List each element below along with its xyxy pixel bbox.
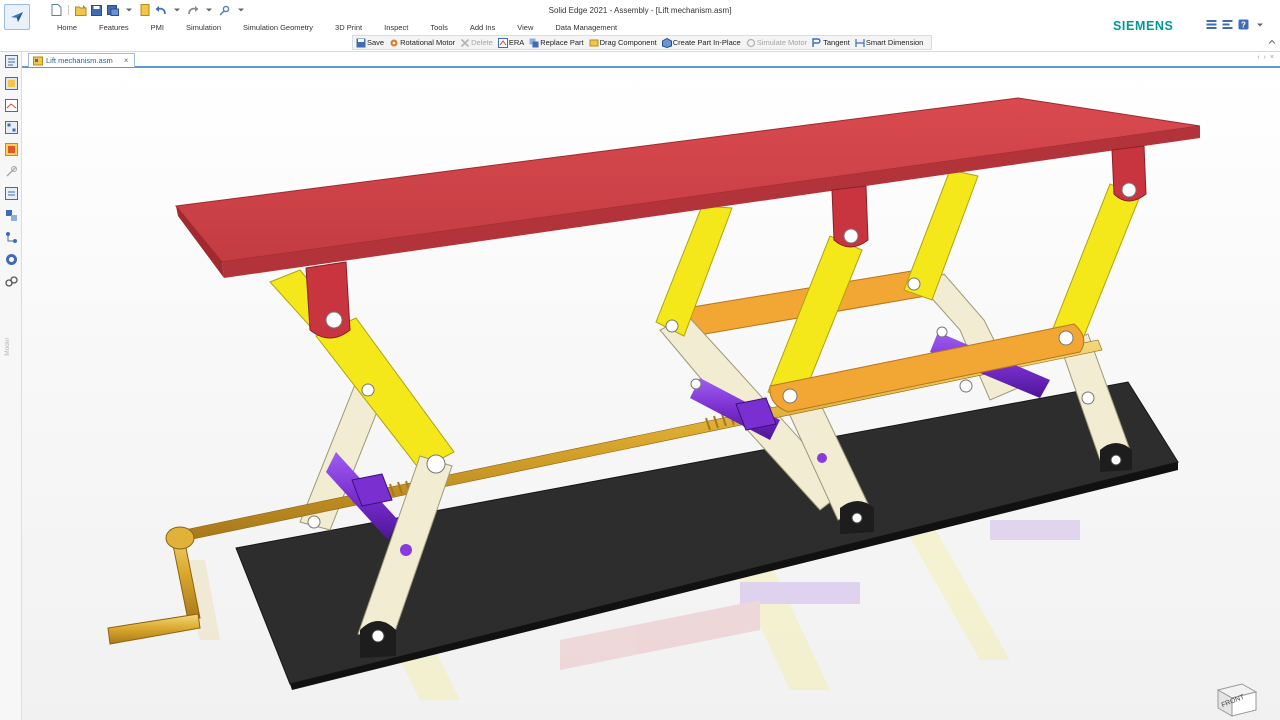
- tab-add-ins[interactable]: Add Ins: [470, 22, 495, 33]
- top-bracket-left[interactable]: [305, 261, 351, 339]
- solid-edge-logo-icon: [11, 12, 23, 22]
- create-part-in-place-button[interactable]: Create Part In-Place: [661, 37, 741, 48]
- rotational-motor-button[interactable]: Rotational Motor: [389, 38, 455, 48]
- layers-icon[interactable]: [4, 98, 18, 112]
- application-button[interactable]: [4, 4, 30, 30]
- smart-dimension-button[interactable]: Smart Dimension: [855, 38, 923, 48]
- tab-home[interactable]: Home: [57, 22, 77, 33]
- dropdown-arrow-icon[interactable]: [234, 4, 247, 17]
- chevron-right-icon[interactable]: ›: [1264, 54, 1266, 61]
- svg-text:?: ?: [1241, 21, 1246, 30]
- close-icon[interactable]: ×: [124, 56, 129, 65]
- create-part-icon: [661, 37, 672, 48]
- document-tab-label: Lift mechanism.asm: [46, 56, 113, 65]
- select-tools-icon[interactable]: [4, 252, 18, 266]
- menu-tabs: Home Features PMI Simulation Simulation …: [57, 22, 639, 33]
- tab-tools[interactable]: Tools: [430, 22, 448, 33]
- siemens-brand: SIEMENS: [1113, 19, 1174, 33]
- toolbar-separator: [68, 5, 69, 15]
- tab-view[interactable]: View: [517, 22, 533, 33]
- graphics-window[interactable]: FRONT: [22, 68, 1280, 720]
- command-bar: Save Rotational Motor Delete ERA Replace…: [352, 35, 933, 50]
- assembly-file-icon: [33, 56, 43, 65]
- simulate-icon: [746, 38, 756, 48]
- undo-icon[interactable]: [154, 4, 167, 17]
- relationships-icon[interactable]: [4, 274, 18, 288]
- title-tools: ?: [1206, 19, 1265, 30]
- tab-simulation[interactable]: Simulation: [186, 22, 221, 33]
- tangent-icon: [812, 37, 822, 48]
- era-icon: [497, 37, 508, 48]
- simulate-motor-button[interactable]: Simulate Motor: [746, 38, 807, 48]
- tab-inspect[interactable]: Inspect: [384, 22, 408, 33]
- tab-features[interactable]: Features: [99, 22, 129, 33]
- table-top[interactable]: [175, 97, 1201, 263]
- groups-icon[interactable]: [4, 208, 18, 222]
- left-tool-rail: Model: [0, 52, 22, 720]
- lift-mechanism-model[interactable]: [22, 68, 1280, 720]
- properties-icon[interactable]: [4, 186, 18, 200]
- delete-button[interactable]: Delete: [460, 38, 493, 48]
- customize-icon[interactable]: [218, 4, 231, 17]
- document-tab-bar: Lift mechanism.asm × ‹ › ×: [22, 52, 1280, 68]
- delete-icon: [460, 38, 470, 48]
- structure-icon[interactable]: [4, 230, 18, 244]
- replace-icon: [529, 38, 539, 48]
- document-tab-lift-mechanism[interactable]: Lift mechanism.asm ×: [28, 53, 136, 67]
- feature-library-icon[interactable]: [4, 120, 18, 134]
- new-icon[interactable]: [50, 4, 63, 17]
- dropdown-arrow-icon[interactable]: [202, 4, 215, 17]
- quick-access-toolbar: [50, 3, 247, 17]
- appearance-icon[interactable]: [4, 142, 18, 156]
- model-label: Model: [4, 338, 11, 356]
- tab-data-management[interactable]: Data Management: [555, 22, 617, 33]
- dimension-icon: [855, 38, 865, 48]
- document-icon[interactable]: [138, 4, 151, 17]
- ribbon-collapse-icon[interactable]: [1268, 38, 1276, 46]
- yellow-link-right-front[interactable]: [1049, 183, 1141, 347]
- dropdown-arrow-icon[interactable]: [170, 4, 183, 17]
- tangent-button[interactable]: Tangent: [812, 37, 850, 48]
- dropdown-arrow-icon[interactable]: [122, 4, 135, 17]
- tab-simulation-geometry[interactable]: Simulation Geometry: [243, 22, 313, 33]
- era-button[interactable]: ERA: [497, 37, 524, 48]
- ribbon: Solid Edge 2021 - Assembly - [Lift mecha…: [0, 0, 1280, 52]
- options-icon[interactable]: [1222, 19, 1233, 30]
- save-icon: [356, 38, 366, 48]
- help-icon[interactable]: ?: [1238, 19, 1249, 30]
- close-icon[interactable]: ×: [1270, 54, 1274, 61]
- crank-hub[interactable]: [165, 526, 195, 550]
- tab-3d-print[interactable]: 3D Print: [335, 22, 362, 33]
- open-icon[interactable]: [74, 4, 87, 17]
- drag-component-button[interactable]: Drag Component: [589, 38, 657, 48]
- save-as-icon[interactable]: [106, 4, 119, 17]
- save-button[interactable]: Save: [356, 38, 384, 48]
- document-nav: ‹ › ×: [1257, 54, 1274, 61]
- chevron-left-icon[interactable]: ‹: [1257, 54, 1259, 61]
- crank-handle[interactable]: [107, 613, 201, 645]
- save-icon[interactable]: [90, 4, 103, 17]
- part-library-icon[interactable]: [4, 76, 18, 90]
- solid-edge-window: Solid Edge 2021 - Assembly - [Lift mecha…: [0, 0, 1280, 720]
- motor-icon: [389, 38, 399, 48]
- pathfinder-icon[interactable]: [4, 54, 18, 68]
- dropdown-arrow-icon[interactable]: [1254, 19, 1265, 30]
- redo-icon[interactable]: [186, 4, 199, 17]
- tab-pmi[interactable]: PMI: [151, 22, 164, 33]
- replace-part-button[interactable]: Replace Part: [529, 38, 584, 48]
- layout-icon[interactable]: [1206, 19, 1217, 30]
- drag-icon: [589, 38, 599, 48]
- sensors-icon[interactable]: [4, 164, 18, 178]
